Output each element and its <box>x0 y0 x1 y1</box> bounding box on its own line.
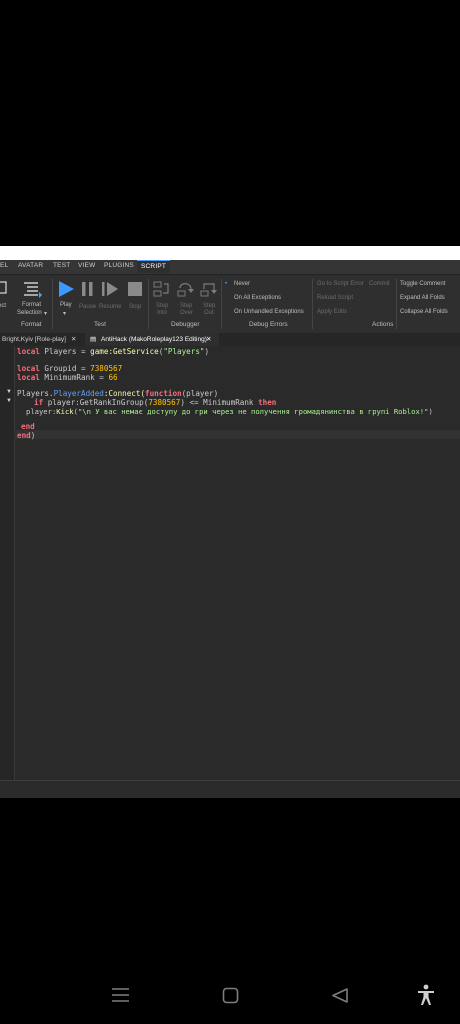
format-selection-label-1: Format <box>22 302 42 308</box>
step-over-icon[interactable] <box>177 281 195 299</box>
ribbon-toolbar: ect Format Selection ▾ Format Play ▾ Pau… <box>0 275 460 334</box>
debug-unhandled-exceptions-option[interactable]: On Unhandled Exceptions <box>234 309 304 315</box>
ribbon-separator <box>396 279 397 329</box>
home-square-icon[interactable] <box>222 987 239 1004</box>
code-line-10[interactable]: end <box>21 422 35 431</box>
code-line-7[interactable]: if player:GetRankInGroup(7380567) <= Min… <box>34 398 276 407</box>
step-over-label-1: Step <box>180 303 193 309</box>
radio-selected-dot[interactable]: • <box>225 281 227 287</box>
code-line-4[interactable]: local MinimumRank = 66 <box>17 373 118 382</box>
ribbon-separator <box>148 279 149 329</box>
code-line-11[interactable]: end) <box>17 431 35 440</box>
ribbon-menu-bar: EL AVATAR TEST VIEW PLUGINS SCRIPT <box>0 260 460 275</box>
stop-icon[interactable] <box>127 281 143 297</box>
script-icon: ▤ <box>90 336 97 343</box>
group-label-debugger: Debugger <box>171 321 200 328</box>
code-line-6[interactable]: Players.PlayerAdded:Connect(function(pla… <box>17 389 218 398</box>
play-dropdown-icon[interactable]: ▾ <box>63 310 66 317</box>
android-nav-bar <box>0 975 460 1024</box>
go-to-script-error-button[interactable]: Go to Script Error <box>317 281 364 287</box>
format-selection-icon[interactable] <box>22 280 42 298</box>
select-icon[interactable] <box>0 281 8 295</box>
resume-icon[interactable] <box>101 281 119 297</box>
resume-label: Resume <box>99 304 122 310</box>
accessibility-icon[interactable] <box>417 984 435 1006</box>
tab-place[interactable]: Bright,Kyiv [Role-play] ✕ <box>2 333 82 346</box>
step-out-label-2: Out <box>204 310 214 316</box>
group-label-debug-errors: Debug Errors <box>249 321 288 328</box>
current-line-highlight <box>14 430 460 439</box>
reload-script-button[interactable]: Reload Script <box>317 295 353 301</box>
menu-avatar[interactable]: AVATAR <box>18 262 43 269</box>
step-into-label-2: Into <box>157 310 168 316</box>
step-out-icon[interactable] <box>200 281 218 299</box>
chevron-down-icon: ▾ <box>44 311 48 317</box>
commit-button[interactable]: Commit <box>369 281 390 287</box>
step-into-icon[interactable] <box>153 281 171 299</box>
ribbon-separator <box>312 279 313 329</box>
collapse-all-folds-button[interactable]: Collapse All Folds <box>400 309 448 315</box>
toggle-comment-button[interactable]: Toggle Comment <box>400 281 445 287</box>
code-line-8[interactable]: player:Kick("\n У вас немає доступу до г… <box>26 407 433 416</box>
script-editor[interactable]: local Players = game:GetService("Players… <box>0 346 460 780</box>
code-line-3[interactable]: local Groupid = 7380567 <box>17 364 122 373</box>
debug-never-option[interactable]: Never <box>234 281 250 287</box>
step-over-label-2: Over <box>180 310 194 316</box>
menu-model[interactable]: EL <box>0 262 8 269</box>
pause-icon[interactable] <box>80 281 96 297</box>
fold-arrow-icon[interactable]: ▼ <box>6 398 12 404</box>
debug-all-exceptions-option[interactable]: On All Exceptions <box>234 295 281 301</box>
line-gutter <box>0 346 15 780</box>
group-label-test: Test <box>94 321 106 328</box>
play-label: Play <box>60 302 72 308</box>
tab-script-label: AntiHack (MakoRoleplay123 Editing) <box>101 336 207 343</box>
tab-place-label: Bright,Kyiv [Role-play] <box>2 336 66 343</box>
tab-antihack-script[interactable]: ▤ AntiHack (MakoRoleplay123 Editing) ✕ <box>85 333 219 346</box>
menu-plugins[interactable]: PLUGINS <box>104 262 134 269</box>
close-icon[interactable]: ✕ <box>71 333 76 346</box>
document-tabs: Bright,Kyiv [Role-play] ✕ ▤ AntiHack (Ma… <box>0 333 460 347</box>
code-line-1[interactable]: local Players = game:GetService("Players… <box>17 347 209 356</box>
menu-view[interactable]: VIEW <box>78 262 95 269</box>
menu-icon[interactable] <box>112 987 129 1003</box>
back-triangle-icon[interactable] <box>331 987 349 1004</box>
group-label-format: Format <box>21 321 42 328</box>
ribbon-separator <box>221 279 222 329</box>
step-into-label-1: Step <box>156 303 169 309</box>
roblox-studio-window: EL AVATAR TEST VIEW PLUGINS SCRIPT ect F… <box>0 260 460 798</box>
fold-arrow-icon[interactable]: ▼ <box>6 389 12 395</box>
select-button-label: ect <box>0 303 7 309</box>
step-out-label-1: Step <box>203 303 216 309</box>
menu-script[interactable]: SCRIPT <box>137 260 171 273</box>
pause-label: Pause <box>79 304 97 310</box>
status-strip <box>0 246 460 260</box>
menu-test[interactable]: TEST <box>53 262 70 269</box>
ribbon-separator <box>52 279 53 329</box>
format-selection-label-2: Selection <box>17 310 42 316</box>
output-panel-bar <box>0 780 460 798</box>
group-label-actions: Actions <box>372 321 394 328</box>
close-icon[interactable]: ✕ <box>206 333 211 346</box>
expand-all-folds-button[interactable]: Expand All Folds <box>400 295 445 301</box>
stop-label: Stop <box>129 304 142 310</box>
apply-edits-button[interactable]: Apply Edits <box>317 309 347 315</box>
play-icon[interactable] <box>57 280 75 298</box>
